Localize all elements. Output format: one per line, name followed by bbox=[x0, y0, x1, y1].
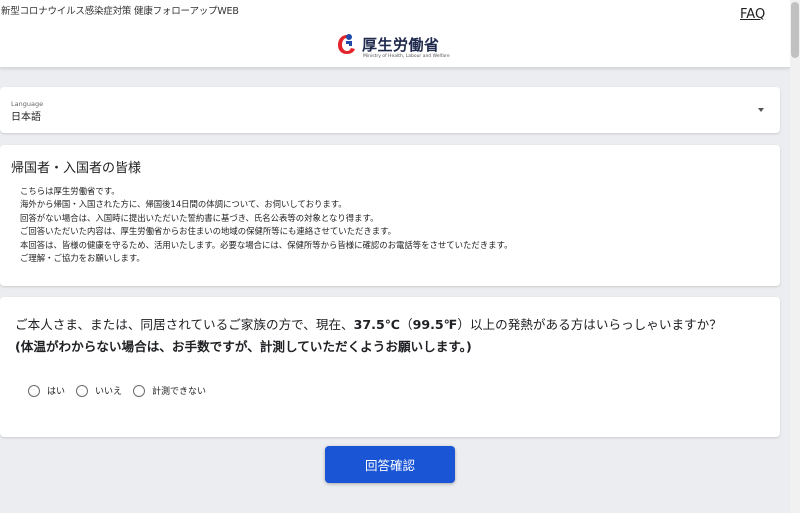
mhlw-logo: 厚生労働省 Ministry of Health, Labour and Wel… bbox=[336, 32, 456, 62]
notice-body: こちらは厚生労働省です。 海外から帰国・入国された方に、帰国後14日間の体調につ… bbox=[20, 185, 760, 265]
notice-line: こちらは厚生労働省です。 bbox=[20, 186, 120, 196]
scrollbar-thumb[interactable] bbox=[791, 2, 799, 58]
question-temp-c: 37.5℃ bbox=[353, 317, 400, 332]
question-text: ご本人さま、または、同居されているご家族の方で、現在、37.5℃（99.5℉）以… bbox=[15, 314, 770, 358]
notice-line: 本回答は、皆様の健康を守るため、活用いたします。必要な場合には、保健所等から皆様… bbox=[20, 239, 513, 250]
question-part3: ）以上の発熱がある方はいらっしゃいますか？ bbox=[457, 317, 722, 332]
option-cannot-measure[interactable]: 計測できない bbox=[133, 384, 206, 397]
site-name: 新型コロナウイルス感染症対策 健康フォローアップWEB bbox=[1, 6, 239, 17]
logo-name: 厚生労働省 bbox=[362, 36, 440, 54]
notice-line: ご理解・ご協力をお願いします。 bbox=[20, 253, 145, 264]
mhlw-logo-icon bbox=[338, 34, 355, 54]
radio-icon[interactable] bbox=[28, 384, 40, 397]
question-part1: ご本人さま、または、同居されているご家族の方で、現在、 bbox=[15, 317, 354, 332]
option-label: はい bbox=[47, 387, 66, 397]
language-select-label: Language bbox=[11, 100, 44, 108]
faq-link[interactable]: FAQ bbox=[740, 7, 765, 22]
notice-line: 回答がない場合は、入国時に提出いただいた誓約書に基づき、氏名公表等の対象となり得… bbox=[20, 212, 379, 223]
question-temp-f: 99.5℉ bbox=[412, 317, 458, 332]
question-line2: (体温がわからない場合は、お手数ですが、計測していただくようお願いします。) bbox=[15, 339, 472, 354]
page-scrollbar[interactable] bbox=[790, 0, 800, 513]
option-yes[interactable]: はい bbox=[28, 384, 65, 397]
logo-subtitle: Ministry of Health, Labour and Welfare bbox=[363, 54, 450, 59]
option-label: 計測できない bbox=[152, 387, 207, 397]
language-select-value: 日本語 bbox=[11, 112, 41, 123]
confirm-answer-button[interactable]: 回答確認 bbox=[325, 446, 455, 483]
dropdown-arrow-icon bbox=[758, 108, 764, 112]
answer-options: はい いいえ 計測できない bbox=[28, 384, 217, 397]
option-no[interactable]: いいえ bbox=[76, 384, 122, 397]
radio-icon[interactable] bbox=[76, 384, 89, 397]
notice-line: 海外から帰国・入国された方に、帰国後14日間の体調について、お伺いしております。 bbox=[20, 199, 347, 210]
option-label: いいえ bbox=[95, 387, 123, 397]
notice-title: 帰国者・入国者の皆様 bbox=[11, 161, 142, 176]
question-part2: （ bbox=[399, 317, 413, 332]
language-select[interactable]: Language 日本語 bbox=[0, 87, 780, 133]
notice-line: ご回答いただいた内容は、厚生労働省からお住まいの地域の保健所等にも連絡させていた… bbox=[20, 226, 397, 237]
notice-card: 帰国者・入国者の皆様 こちらは厚生労働省です。 海外から帰国・入国された方に、帰… bbox=[0, 145, 780, 286]
question-card: ご本人さま、または、同居されているご家族の方で、現在、37.5℃（99.5℉）以… bbox=[0, 297, 780, 437]
header: 新型コロナウイルス感染症対策 健康フォローアップWEB FAQ 厚生労働省 Mi… bbox=[0, 0, 790, 68]
radio-icon[interactable] bbox=[133, 384, 146, 397]
